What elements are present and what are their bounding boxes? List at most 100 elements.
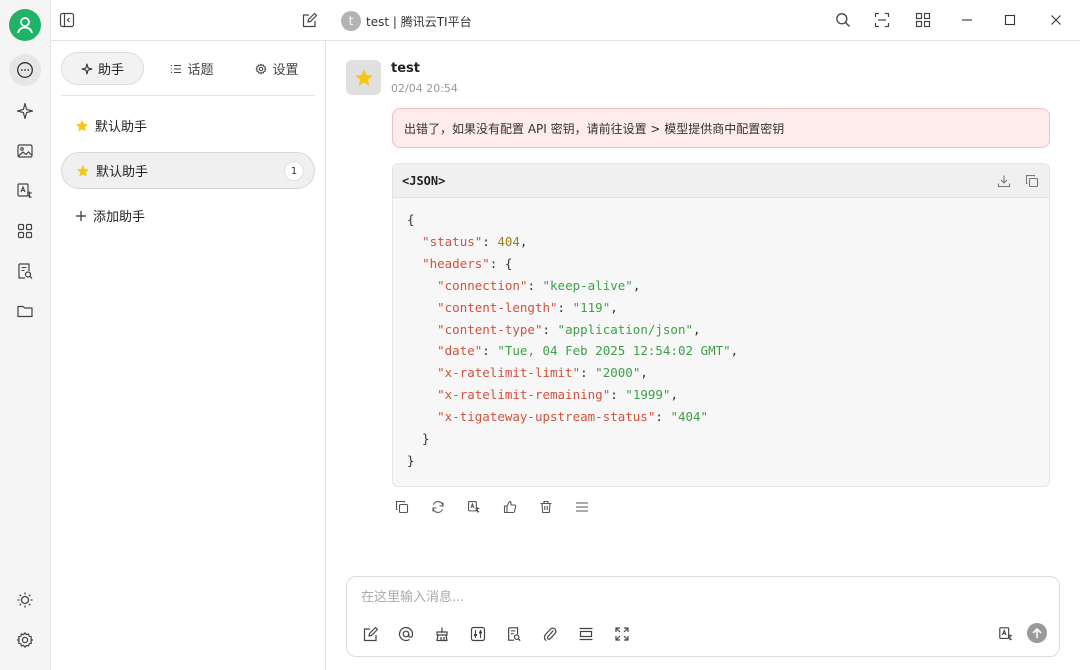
add-assistant-button[interactable]: 添加助手 — [61, 197, 315, 234]
edit-icon — [363, 626, 379, 642]
json-string: "2000" — [595, 365, 641, 381]
clear-context-button[interactable] — [431, 623, 453, 645]
plus-icon — [76, 210, 86, 221]
json-string: "119" — [572, 299, 611, 315]
tab-label: 设置 — [272, 63, 299, 78]
rail-files-button[interactable] — [9, 295, 41, 327]
send-button[interactable] — [1027, 623, 1047, 643]
user-avatar[interactable] — [9, 9, 41, 41]
minimize-button[interactable] — [952, 5, 982, 35]
file-search-icon — [18, 263, 33, 279]
assistant-item[interactable]: 默认助手 — [61, 107, 315, 144]
model-settings-button[interactable] — [467, 623, 489, 645]
knowledge-base-button[interactable] — [503, 623, 525, 645]
message-composer — [346, 576, 1060, 657]
sparkle-icon — [81, 62, 93, 75]
delete-button[interactable] — [536, 497, 556, 517]
new-chat-button[interactable] — [295, 5, 325, 35]
toggle-sidebar-button[interactable] — [52, 5, 82, 35]
trash-icon — [540, 500, 552, 514]
chat-icon — [17, 62, 33, 78]
tab-label: 助手 — [97, 63, 124, 78]
add-assistant-label: 添加助手 — [93, 210, 146, 225]
message-author: test — [391, 61, 420, 76]
copy-icon — [395, 500, 409, 514]
tab-settings[interactable]: 设置 — [238, 52, 316, 85]
close-icon — [1051, 15, 1061, 25]
title-avatar: t — [341, 11, 361, 31]
mention-model-button[interactable] — [395, 623, 417, 645]
fullscreen-button[interactable] — [611, 623, 633, 645]
file-search-icon — [508, 627, 521, 642]
at-icon — [398, 626, 414, 642]
json-brace: { — [407, 212, 415, 227]
gear-icon — [256, 63, 267, 74]
star-icon — [76, 119, 88, 131]
code-content: { "status": 404, "headers": { "connectio… — [407, 212, 739, 468]
sliders-icon — [470, 626, 486, 642]
translate-icon — [17, 183, 32, 198]
json-string: "application/json" — [557, 321, 694, 337]
json-key: "status" — [422, 233, 483, 249]
search-button[interactable] — [828, 5, 858, 35]
copy-code-button[interactable] — [1022, 171, 1042, 191]
maximize-button[interactable] — [995, 5, 1025, 35]
code-block: <JSON> { "status": 404, "headers": { "co… — [392, 163, 1050, 487]
rail-chat-button[interactable] — [9, 54, 41, 86]
error-text: 出错了，如果没有配置 API 密钥，请前往设置 > 模型提供商中配置密钥 — [404, 121, 785, 136]
attach-button[interactable] — [539, 623, 561, 645]
json-string: "1999" — [625, 387, 671, 403]
json-key: "x-ratelimit-remaining" — [437, 387, 611, 403]
json-key: "x-ratelimit-limit" — [437, 365, 581, 381]
gear-icon — [17, 632, 33, 648]
json-number: 404 — [497, 233, 520, 249]
json-string: "keep-alive" — [542, 277, 633, 293]
list-icon — [171, 64, 182, 73]
arrow-up-icon — [1032, 628, 1042, 639]
apps-icon — [17, 223, 33, 239]
rail-knowledge-button[interactable] — [9, 255, 41, 287]
theme-toggle-button[interactable] — [9, 584, 41, 616]
code-header: <JSON> — [393, 164, 1049, 198]
tab-topics[interactable]: 话题 — [153, 52, 231, 85]
folder-icon — [17, 305, 33, 318]
image-icon — [17, 144, 33, 158]
json-key: "headers" — [422, 255, 490, 271]
assistant-item-active[interactable]: 默认助手 1 — [61, 152, 315, 189]
settings-button[interactable] — [9, 624, 41, 656]
download-icon — [997, 175, 1011, 188]
thumbs-up-icon — [503, 500, 517, 514]
translate-message-button[interactable] — [464, 497, 484, 517]
json-key: "connection" — [437, 277, 528, 293]
message-input[interactable] — [361, 587, 961, 607]
translate-input-button[interactable] — [995, 623, 1017, 645]
rail-image-button[interactable] — [9, 135, 41, 167]
regenerate-button[interactable] — [428, 497, 448, 517]
expand-input-button[interactable] — [575, 623, 597, 645]
screenshot-button[interactable] — [867, 5, 897, 35]
json-key: "content-length" — [437, 299, 558, 315]
star-icon — [77, 164, 89, 176]
window-title: test | 腾讯云TI平台 — [366, 15, 472, 29]
message-time: 02/04 20:54 — [391, 82, 458, 95]
rail-agents-button[interactable] — [9, 95, 41, 127]
layout-button[interactable] — [908, 5, 938, 35]
search-icon — [836, 13, 850, 27]
assistant-label: 默认助手 — [95, 120, 148, 135]
rail-apps-button[interactable] — [9, 215, 41, 247]
copy-message-button[interactable] — [392, 497, 412, 517]
sparkle-icon — [16, 102, 34, 120]
new-topic-button[interactable] — [360, 623, 382, 645]
like-button[interactable] — [500, 497, 520, 517]
close-button[interactable] — [1041, 5, 1071, 35]
tab-assistants[interactable]: 助手 — [61, 52, 144, 85]
edit-icon — [302, 12, 318, 28]
download-code-button[interactable] — [994, 171, 1014, 191]
star-icon — [354, 68, 373, 86]
translate-icon — [999, 627, 1013, 641]
rail-translate-button[interactable] — [9, 175, 41, 207]
more-menu-button[interactable] — [572, 497, 592, 517]
json-string: "404" — [670, 409, 709, 425]
scan-icon — [874, 12, 890, 28]
json-string: "Tue, 04 Feb 2025 12:54:02 GMT" — [497, 343, 731, 359]
